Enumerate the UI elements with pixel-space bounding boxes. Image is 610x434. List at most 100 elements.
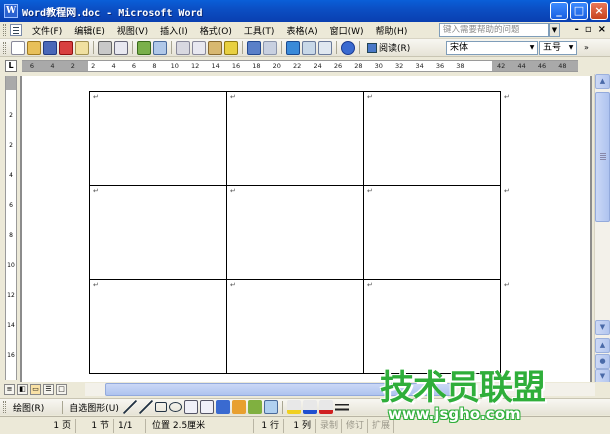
menu-insert[interactable]: 插入(I) — [154, 24, 194, 37]
status-record-macro[interactable]: 录制 — [316, 418, 342, 433]
print-preview-icon[interactable] — [114, 40, 128, 55]
menu-file[interactable]: 文件(F) — [26, 24, 68, 37]
word-app-icon[interactable]: W — [4, 4, 18, 18]
doc-close-button[interactable]: × — [598, 24, 606, 35]
reading-layout-view-button[interactable]: □ — [56, 384, 67, 395]
line-color-icon[interactable] — [302, 400, 317, 414]
font-color-icon[interactable] — [318, 400, 333, 414]
drawbar-grip[interactable] — [3, 401, 6, 413]
draw-menu-button[interactable]: 绘图(R) — [10, 401, 47, 414]
textbox-icon[interactable] — [183, 400, 198, 414]
menu-view[interactable]: 视图(V) — [111, 24, 154, 37]
vruler-label: 14 — [7, 322, 15, 329]
status-section: 1 节 — [76, 418, 114, 433]
document-menu-icon[interactable] — [10, 24, 22, 36]
clipart-icon[interactable] — [247, 400, 262, 414]
table-cell[interactable]: ↵ — [226, 279, 364, 374]
research-icon[interactable] — [153, 40, 167, 55]
table-row: ↵ ↵ ↵ ↵ — [89, 91, 514, 186]
menu-help[interactable]: 帮助(H) — [370, 24, 414, 37]
dash-style-icon[interactable] — [351, 400, 365, 414]
copy-icon[interactable] — [192, 40, 206, 55]
oval-icon[interactable] — [168, 402, 182, 412]
doc-minimize-button[interactable]: - — [575, 24, 579, 35]
redo-icon[interactable] — [263, 40, 277, 55]
status-track-changes[interactable]: 修订 — [342, 418, 368, 433]
toolbar-separator — [171, 41, 172, 54]
menu-format[interactable]: 格式(O) — [194, 24, 238, 37]
chevron-down-icon[interactable]: ▼ — [566, 42, 576, 54]
vertical-textbox-icon[interactable] — [199, 400, 214, 414]
vertical-ruler[interactable]: 224681012141618 — [5, 76, 17, 389]
horizontal-ruler[interactable]: 6 4 2 2 4 6 8 10 12 14 16 18 20 22 24 26 28 30 32 34 36 38 42 4… — [22, 60, 578, 72]
undo-icon[interactable] — [247, 40, 261, 55]
permission-icon[interactable] — [59, 40, 73, 55]
arrow-icon[interactable] — [138, 400, 153, 414]
email-icon[interactable] — [75, 40, 89, 55]
line-icon[interactable] — [122, 400, 137, 414]
help-icon[interactable] — [341, 40, 355, 55]
scroll-up-button[interactable]: ▲ — [595, 74, 610, 89]
read-button[interactable]: 阅读(R) — [363, 41, 414, 54]
font-size-select[interactable]: 五号 ▼ — [539, 41, 577, 55]
table-cell[interactable]: ↵ — [226, 91, 364, 186]
open-icon[interactable] — [27, 40, 41, 55]
title-bar[interactable]: W Word教程网.doc - Microsoft Word _ □ × — [0, 0, 610, 22]
minimize-button[interactable]: _ — [550, 2, 568, 20]
ruler-label: 26 — [333, 62, 343, 70]
print-icon[interactable] — [98, 40, 112, 55]
normal-view-button[interactable]: ≡ — [4, 384, 15, 395]
picture-icon[interactable] — [263, 400, 278, 414]
select-browse-object-button[interactable]: ● — [595, 354, 610, 369]
format-painter-icon[interactable] — [224, 40, 238, 55]
print-layout-view-button[interactable]: ▭ — [30, 384, 41, 395]
vertical-scroll-thumb[interactable] — [595, 92, 610, 222]
menubar-grip[interactable] — [3, 24, 6, 36]
table-cell[interactable]: ↵ — [89, 185, 227, 280]
menu-tools[interactable]: 工具(T) — [238, 24, 281, 37]
paste-icon[interactable] — [208, 40, 222, 55]
table-cell[interactable]: ↵ — [226, 185, 364, 280]
diagram-icon[interactable] — [231, 400, 246, 414]
tables-borders-icon[interactable] — [302, 40, 316, 55]
font-size-value: 五号 — [543, 43, 562, 53]
spelling-icon[interactable] — [137, 40, 151, 55]
document-page[interactable]: ↵ ↵ ↵ ↵ ↵ ↵ ↵ ↵ ↵ ↵ ↵ ↵ — [22, 76, 590, 382]
vertical-scrollbar[interactable]: ▲ ▼ ▲ ● ▼ — [594, 74, 610, 384]
table-cell[interactable]: ↵ — [89, 91, 227, 186]
autoshapes-menu-button[interactable]: 自选图形(U) — [66, 401, 122, 414]
menu-table[interactable]: 表格(A) — [280, 24, 323, 37]
table-cell[interactable]: ↵ — [89, 279, 227, 374]
save-icon[interactable] — [43, 40, 57, 55]
web-layout-view-button[interactable]: ◧ — [17, 384, 28, 395]
menu-window[interactable]: 窗口(W) — [324, 24, 370, 37]
fill-color-icon[interactable] — [286, 400, 301, 414]
doc-restore-button[interactable]: ▫ — [585, 24, 592, 35]
menu-edit[interactable]: 编辑(E) — [68, 24, 111, 37]
close-button[interactable]: × — [590, 2, 608, 20]
document-table[interactable]: ↵ ↵ ↵ ↵ ↵ ↵ ↵ ↵ ↵ ↵ ↵ ↵ — [89, 91, 514, 374]
toolbar-grip[interactable] — [3, 41, 6, 54]
rectangle-icon[interactable] — [154, 402, 167, 412]
tab-selector[interactable]: L — [5, 60, 17, 72]
cut-icon[interactable] — [176, 40, 190, 55]
insert-table-icon[interactable] — [318, 40, 332, 55]
chevron-down-icon[interactable]: ▼ — [527, 42, 537, 54]
table-cell[interactable]: ↵ — [363, 91, 501, 186]
new-icon[interactable] — [11, 40, 25, 55]
select-objects-icon[interactable] — [48, 400, 58, 414]
toolbar-options-icon[interactable]: » — [584, 43, 589, 52]
table-cell[interactable]: ↵ — [363, 185, 501, 280]
wordart-icon[interactable] — [215, 400, 230, 414]
document-area[interactable]: ↵ ↵ ↵ ↵ ↵ ↵ ↵ ↵ ↵ ↵ ↵ ↵ — [20, 76, 592, 382]
ruler-label: 12 — [191, 62, 200, 70]
previous-page-button[interactable]: ▲ — [595, 338, 610, 353]
font-name-select[interactable]: 宋体 ▼ — [446, 41, 538, 55]
line-style-icon[interactable] — [334, 400, 349, 414]
help-question-input[interactable]: 键入需要帮助的问题 — [439, 23, 549, 37]
hyperlink-icon[interactable] — [286, 40, 300, 55]
scroll-down-button[interactable]: ▼ — [595, 320, 610, 335]
outline-view-button[interactable]: ☰ — [43, 384, 54, 395]
help-dropdown-icon[interactable]: ▼ — [549, 23, 560, 37]
maximize-button[interactable]: □ — [570, 2, 588, 20]
